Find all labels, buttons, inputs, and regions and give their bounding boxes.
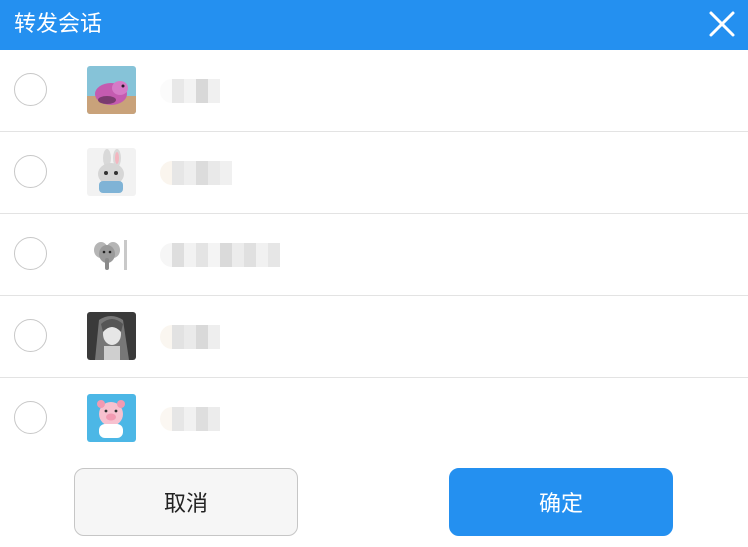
conversation-name-redacted bbox=[160, 322, 220, 352]
select-radio[interactable] bbox=[14, 73, 47, 106]
conversation-row[interactable] bbox=[0, 378, 748, 458]
elephant-avatar bbox=[87, 230, 136, 278]
select-radio[interactable] bbox=[14, 237, 47, 270]
dialog-title: 转发会话 bbox=[14, 12, 103, 37]
dialog-footer: 取消 确定 bbox=[0, 458, 748, 547]
cancel-button[interactable]: 取消 bbox=[74, 468, 298, 536]
conversation-row[interactable] bbox=[0, 214, 748, 296]
select-radio[interactable] bbox=[14, 155, 47, 188]
forward-conversation-dialog: 转发会话 取消 确定 bbox=[0, 0, 748, 547]
bunny-avatar bbox=[87, 148, 136, 196]
conversation-list bbox=[0, 50, 748, 458]
select-radio[interactable] bbox=[14, 319, 47, 352]
select-radio[interactable] bbox=[14, 401, 47, 434]
conversation-name-redacted bbox=[160, 240, 280, 270]
guinea-pig-avatar bbox=[87, 66, 136, 114]
dialog-header: 转发会话 bbox=[0, 0, 748, 50]
conversation-row[interactable] bbox=[0, 296, 748, 378]
close-icon[interactable] bbox=[708, 10, 736, 38]
anime-girl-avatar bbox=[87, 312, 136, 360]
conversation-name-redacted bbox=[160, 158, 232, 188]
conversation-row[interactable] bbox=[0, 132, 748, 214]
pig-toy-avatar bbox=[87, 394, 136, 442]
conversation-row[interactable] bbox=[0, 50, 748, 132]
confirm-button[interactable]: 确定 bbox=[449, 468, 673, 536]
conversation-name-redacted bbox=[160, 76, 220, 106]
conversation-name-redacted bbox=[160, 404, 220, 434]
